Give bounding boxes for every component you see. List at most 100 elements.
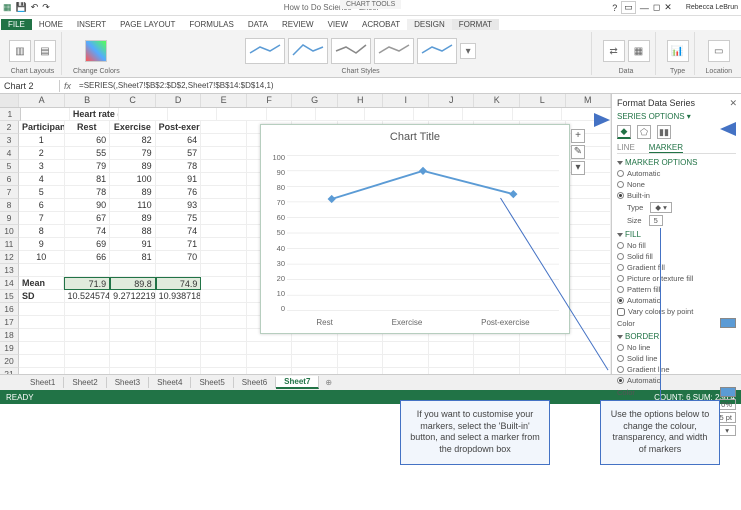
border-color-picker[interactable] xyxy=(720,387,736,397)
change-colors-icon[interactable] xyxy=(85,40,107,62)
chart-style-1[interactable] xyxy=(245,38,285,64)
row-header[interactable]: 2 xyxy=(0,121,19,134)
panel-close-icon[interactable]: ✕ xyxy=(729,98,737,109)
sheet-tab-6[interactable]: Sheet6 xyxy=(234,377,276,388)
effects-tab-icon[interactable]: ⬠ xyxy=(637,125,651,139)
undo-icon[interactable]: ↶ xyxy=(31,2,39,13)
chart-brush-icon[interactable]: ✎ xyxy=(571,145,585,159)
row-header[interactable]: 7 xyxy=(0,186,19,199)
row-header[interactable]: 4 xyxy=(0,147,19,160)
tab-view[interactable]: VIEW xyxy=(321,19,355,30)
row-header[interactable]: 3 xyxy=(0,134,19,147)
styles-more-icon[interactable]: ▾ xyxy=(460,43,476,59)
opt-pattfill[interactable]: Pattern fill xyxy=(617,285,736,294)
close-icon[interactable]: ✕ xyxy=(664,2,672,13)
col-K[interactable]: K xyxy=(474,94,520,107)
series-options-dropdown[interactable]: SERIES OPTIONS ▾ xyxy=(617,112,736,121)
add-chart-element-icon[interactable]: ▥ xyxy=(9,40,31,62)
tab-acrobat[interactable]: ACROBAT xyxy=(355,19,407,30)
chart-plus-icon[interactable]: + xyxy=(571,129,585,143)
opt-builtin[interactable]: Built-in xyxy=(617,191,736,200)
opt-gradfill[interactable]: Gradient fill xyxy=(617,263,736,272)
row-header[interactable]: 5 xyxy=(0,160,19,173)
chart-style-4[interactable] xyxy=(374,38,414,64)
sheet-tab-5[interactable]: Sheet5 xyxy=(191,377,233,388)
chart-title[interactable]: Chart Title xyxy=(261,131,569,143)
opt-autofill[interactable]: Automatic xyxy=(617,296,736,305)
tab-home[interactable]: HOME xyxy=(32,19,70,30)
opt-noline[interactable]: No line xyxy=(617,343,736,352)
row-header[interactable]: 18 xyxy=(0,329,19,342)
chart-style-3[interactable] xyxy=(331,38,371,64)
sheet-tab-2[interactable]: Sheet2 xyxy=(64,377,106,388)
move-chart-icon[interactable]: ▭ xyxy=(708,40,730,62)
tab-file[interactable]: FILE xyxy=(1,19,32,30)
col-L[interactable]: L xyxy=(520,94,566,107)
chart-plot-area[interactable]: 1009080706050403020100 xyxy=(287,153,559,313)
quick-layout-icon[interactable]: ▤ xyxy=(34,40,56,62)
row-header[interactable]: 8 xyxy=(0,199,19,212)
row-header[interactable]: 12 xyxy=(0,251,19,264)
tab-insert[interactable]: INSERT xyxy=(70,19,113,30)
new-sheet-icon[interactable]: ⊕ xyxy=(319,378,338,387)
line-subtab[interactable]: LINE xyxy=(617,143,635,153)
chart-style-2[interactable] xyxy=(288,38,328,64)
fill-color-picker[interactable] xyxy=(720,318,736,328)
col-C[interactable]: C xyxy=(110,94,156,107)
opt-solidline[interactable]: Solid line xyxy=(617,354,736,363)
opt-nofill[interactable]: No fill xyxy=(617,241,736,250)
row-header[interactable]: 19 xyxy=(0,342,19,355)
col-A[interactable]: A xyxy=(19,94,65,107)
chart-style-5[interactable] xyxy=(417,38,457,64)
redo-icon[interactable]: ↷ xyxy=(42,2,50,13)
row-header[interactable]: 9 xyxy=(0,212,19,225)
switch-row-col-icon[interactable]: ⇄ xyxy=(603,40,625,62)
select-all-corner[interactable] xyxy=(0,94,19,107)
marker-size-input[interactable]: 5 xyxy=(649,215,663,226)
row-header[interactable]: 1 xyxy=(0,108,21,121)
col-M[interactable]: M xyxy=(566,94,611,107)
spreadsheet-grid[interactable]: A B C D E F G H I J K L M 1Heart rate (b… xyxy=(0,94,611,374)
fx-icon[interactable]: fx xyxy=(60,81,75,91)
opt-none[interactable]: None xyxy=(617,180,736,189)
sheet-tab-7[interactable]: Sheet7 xyxy=(276,376,319,389)
fill-line-tab-icon[interactable]: ◆ xyxy=(617,125,631,139)
border-head[interactable]: BORDER xyxy=(617,332,736,341)
sheet-tab-3[interactable]: Sheet3 xyxy=(107,377,149,388)
col-G[interactable]: G xyxy=(292,94,338,107)
marker-subtab[interactable]: MARKER xyxy=(649,143,683,153)
row-header[interactable]: 10 xyxy=(0,225,19,238)
compound-dropdown[interactable]: ▾ xyxy=(718,425,736,436)
change-chart-type-icon[interactable]: 📊 xyxy=(667,40,689,62)
opt-solidfill[interactable]: Solid fill xyxy=(617,252,736,261)
embedded-chart[interactable]: + ✎ ▾ Chart Title 1009080706050403020100 xyxy=(260,124,570,334)
row-header[interactable]: 20 xyxy=(0,355,19,368)
help-icon[interactable]: ? xyxy=(612,3,617,13)
opt-vary[interactable]: Vary colors by point xyxy=(617,307,736,316)
data-series-line[interactable] xyxy=(332,171,514,199)
sheet-tab-4[interactable]: Sheet4 xyxy=(149,377,191,388)
tab-review[interactable]: REVIEW xyxy=(275,19,321,30)
col-J[interactable]: J xyxy=(429,94,475,107)
row-header[interactable]: 16 xyxy=(0,303,19,316)
tab-design[interactable]: DESIGN xyxy=(407,19,452,30)
col-I[interactable]: I xyxy=(383,94,429,107)
opt-gradline[interactable]: Gradient line xyxy=(617,365,736,374)
col-H[interactable]: H xyxy=(338,94,384,107)
fill-head[interactable]: FILL xyxy=(617,230,736,239)
ribbon-options-icon[interactable]: ▭ xyxy=(621,1,636,14)
minimize-icon[interactable]: — xyxy=(640,3,649,13)
marker-options-head[interactable]: MARKER OPTIONS xyxy=(617,158,736,167)
tab-page-layout[interactable]: PAGE LAYOUT xyxy=(113,19,182,30)
marker-type-dropdown[interactable]: ◆ ▾ xyxy=(650,202,672,213)
sheet-tab-1[interactable]: Sheet1 xyxy=(22,377,64,388)
col-B[interactable]: B xyxy=(65,94,111,107)
row-header[interactable]: 15 xyxy=(0,290,19,303)
opt-picfill[interactable]: Picture or texture fill xyxy=(617,274,736,283)
col-D[interactable]: D xyxy=(156,94,202,107)
row-header[interactable]: 21 xyxy=(0,368,19,374)
chart-filter-icon[interactable]: ▾ xyxy=(571,161,585,175)
row-header[interactable]: 17 xyxy=(0,316,19,329)
row-header[interactable]: 13 xyxy=(0,264,19,277)
formula-input[interactable]: =SERIES(,Sheet7!$B$2:$D$2,Sheet7!$B$14:$… xyxy=(75,80,741,91)
